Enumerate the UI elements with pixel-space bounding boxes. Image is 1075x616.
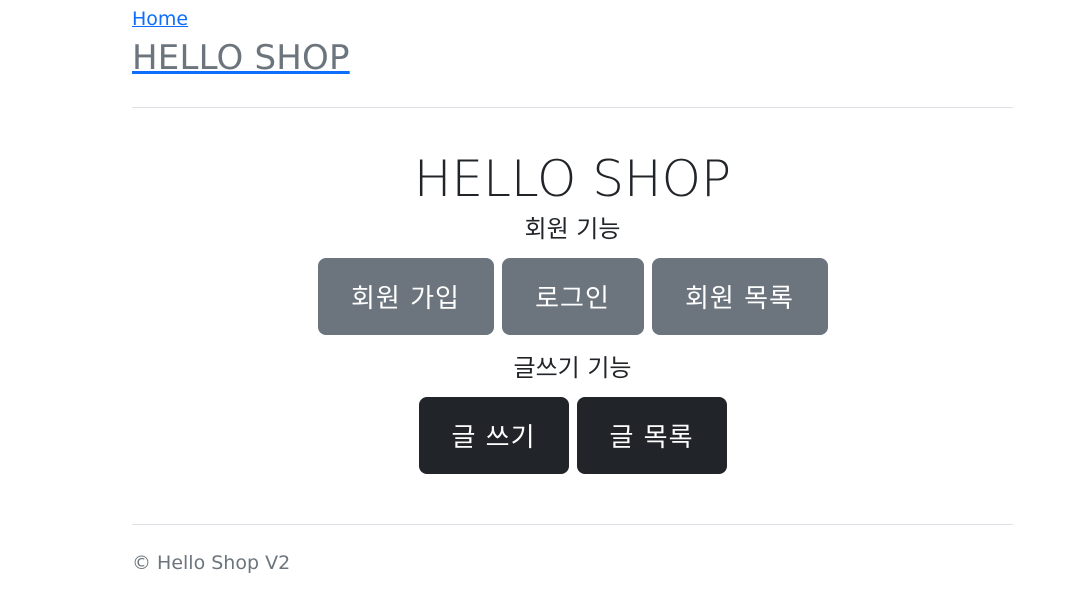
footer-text: © Hello Shop V2 (132, 552, 291, 574)
post-list-button[interactable]: 글 목록 (576, 397, 727, 474)
main-content: HELLO SHOP 회원 기능 회원 가입 로그인 회원 목록 글쓰기 기능 … (132, 140, 1013, 474)
footer-divider (132, 524, 1013, 525)
write-post-button[interactable]: 글 쓰기 (418, 397, 569, 474)
page-container: Home HELLO SHOP HELLO SHOP 회원 기능 회원 가입 로… (132, 0, 1013, 616)
member-button-row: 회원 가입 로그인 회원 목록 (132, 258, 1013, 335)
sign-up-button[interactable]: 회원 가입 (317, 258, 494, 335)
brand-link[interactable]: HELLO SHOP (132, 38, 350, 78)
post-section-label: 글쓰기 기능 (513, 354, 632, 382)
page-title: HELLO SHOP (413, 150, 732, 208)
member-section-label: 회원 기능 (524, 215, 621, 243)
login-button[interactable]: 로그인 (501, 258, 644, 335)
post-button-row: 글 쓰기 글 목록 (132, 397, 1013, 474)
header-divider (132, 107, 1013, 108)
member-list-button[interactable]: 회원 목록 (651, 258, 828, 335)
home-link[interactable]: Home (132, 8, 188, 30)
